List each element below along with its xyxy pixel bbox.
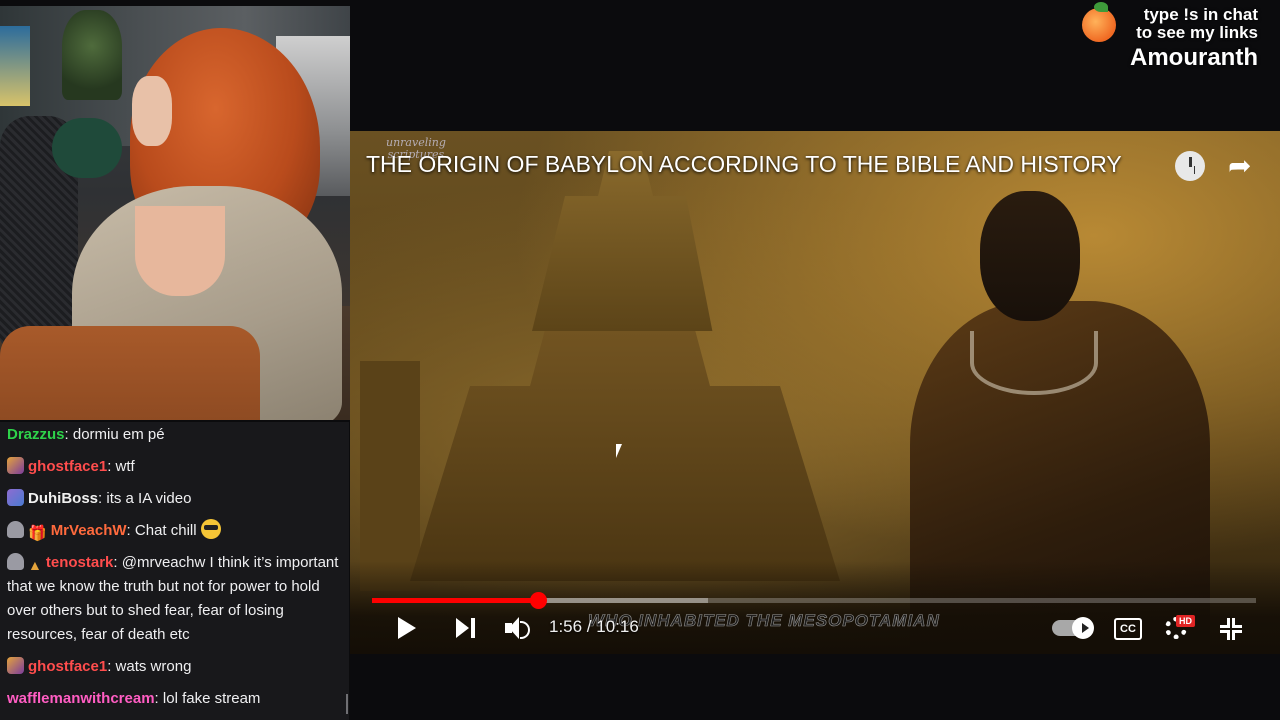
video-scene-crowd <box>350 561 1280 654</box>
video-player[interactable]: unraveling scriptures THE ORIGIN OF BABY… <box>350 131 1280 654</box>
figure-necklace <box>970 331 1098 395</box>
video-caption: WHO INHABITED THE MESOPOTAMIAN <box>588 611 940 631</box>
peach-icon <box>1082 2 1116 42</box>
cam-wall-art <box>0 26 30 106</box>
chat-colon: : <box>107 458 116 475</box>
video-title[interactable]: THE ORIGIN OF BABYLON ACCORDING TO THE B… <box>366 151 1122 178</box>
video-scene-tower <box>360 361 420 591</box>
cam-green-cushion <box>52 118 122 178</box>
chat-username[interactable]: ghostface1 <box>28 458 107 475</box>
chat-text: lol fake stream <box>162 690 261 707</box>
progress-played <box>372 598 539 603</box>
chat-colon: : <box>64 426 73 443</box>
subscriber-badge-icon[interactable] <box>7 657 24 674</box>
chat-panel[interactable]: Drazzus: dormiu em pé ghostface1: wtf Du… <box>0 422 349 720</box>
rank-badge-icon[interactable]: ▲ <box>28 553 42 573</box>
mouse-cursor-icon <box>616 444 622 458</box>
time-display: 1:56 / 10:16 <box>549 617 639 636</box>
autoplay-play-icon <box>1082 623 1089 633</box>
subscriber-badge-icon[interactable] <box>7 489 24 506</box>
chat-message: DuhiBoss: its a IA video <box>0 486 349 518</box>
cc-icon[interactable]: CC <box>1114 618 1142 640</box>
chat-text: wtf <box>115 458 135 475</box>
sunglasses-emoji-icon <box>200 519 221 539</box>
streamer-face <box>132 76 172 146</box>
progress-bar[interactable] <box>372 592 1256 609</box>
overlay-line-2: to see my links <box>1136 23 1258 42</box>
cam-plant <box>62 10 122 100</box>
chat-username[interactable]: wafflemanwithcream <box>7 690 155 707</box>
figure-head <box>980 191 1080 321</box>
chat-username[interactable]: DuhiBoss <box>28 490 98 507</box>
share-icon[interactable]: ➦ <box>1228 151 1258 181</box>
volume-icon[interactable] <box>505 617 530 639</box>
chat-message: Drazzus: dormiu em pé <box>0 422 349 454</box>
chat-colon: : <box>154 690 163 707</box>
next-icon[interactable] <box>456 618 476 638</box>
gift-badge-icon[interactable]: 🎁 <box>28 522 47 542</box>
video-scene-ziggurat-top <box>532 151 713 331</box>
clock-icon[interactable] <box>1175 151 1205 181</box>
streamer-dress <box>0 326 260 420</box>
exit-fullscreen-icon[interactable] <box>1220 618 1242 640</box>
webcam-feed <box>0 6 350 420</box>
chat-username[interactable]: Drazzus <box>7 426 65 443</box>
chat-message: ▲ tenostark: @mrveachw I think it’s impor… <box>0 550 349 654</box>
chat-colon: : <box>113 554 122 571</box>
chat-scrollbar[interactable] <box>346 694 348 714</box>
chat-message: ghostface1: wats wrong <box>0 654 349 686</box>
chat-username[interactable]: ghostface1 <box>28 658 107 675</box>
play-icon[interactable] <box>398 617 416 639</box>
overlay-brand: Amouranth <box>1130 44 1258 71</box>
chat-username[interactable]: MrVeachW <box>51 522 127 539</box>
ghost-badge-icon[interactable] <box>7 521 24 538</box>
streamer-neckline <box>135 206 225 296</box>
autoplay-toggle[interactable] <box>1052 617 1094 639</box>
chat-username[interactable]: tenostark <box>46 554 114 571</box>
progress-buffered <box>538 598 708 603</box>
chat-message: ghostface1: wtf <box>0 454 349 486</box>
chat-colon: : <box>126 522 135 539</box>
chat-message: 🎁 MrVeachW: Chat chill <box>0 518 349 550</box>
chat-text: Chat chill <box>134 522 197 539</box>
chat-text: its a IA video <box>106 490 192 507</box>
stream-overlay: type !s in chat to see my links Amourant… <box>1082 2 1258 72</box>
chat-text: dormiu em pé <box>72 426 165 443</box>
chat-text: wats wrong <box>115 658 192 675</box>
ghost-badge-icon[interactable] <box>7 553 24 570</box>
hd-badge: HD <box>1176 615 1195 627</box>
overlay-line-1: type !s in chat <box>1143 5 1258 24</box>
chat-message: wafflemanwithcream: lol fake stream <box>0 686 349 718</box>
volume-wave <box>520 621 530 639</box>
subscriber-badge-icon[interactable] <box>7 457 24 474</box>
chat-colon: : <box>107 658 116 675</box>
